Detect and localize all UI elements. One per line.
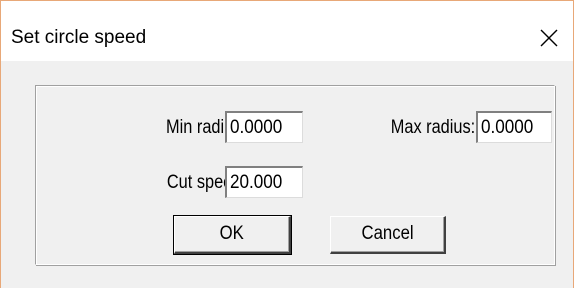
ok-button[interactable]: OK: [173, 215, 292, 255]
min-radius-field[interactable]: 0.0000: [225, 111, 303, 143]
cut-speed-field[interactable]: 20.000: [225, 166, 303, 198]
dialog-title: Set circle speed: [11, 27, 147, 48]
title-bar[interactable]: Set circle speed: [1, 1, 573, 61]
ok-button-label: OK: [219, 223, 245, 244]
close-icon[interactable]: [538, 27, 560, 49]
max-radius-label: Max radius:: [390, 117, 475, 138]
close-icon-glyph: [540, 29, 558, 47]
cancel-button[interactable]: Cancel: [330, 216, 446, 254]
max-radius-value: 0.0000: [481, 117, 534, 138]
min-radius-value: 0.0000: [230, 117, 283, 138]
cut-speed-value: 20.000: [230, 172, 283, 193]
settings-group: Min radius: 0.0000 Max radius: 0.0000 Cu…: [35, 85, 555, 265]
dialog-window: Set circle speed Min radius: 0.0000 Max …: [0, 0, 574, 288]
cancel-button-label: Cancel: [361, 223, 414, 244]
max-radius-field[interactable]: 0.0000: [476, 111, 552, 143]
dialog-body: Min radius: 0.0000 Max radius: 0.0000 Cu…: [1, 61, 573, 288]
